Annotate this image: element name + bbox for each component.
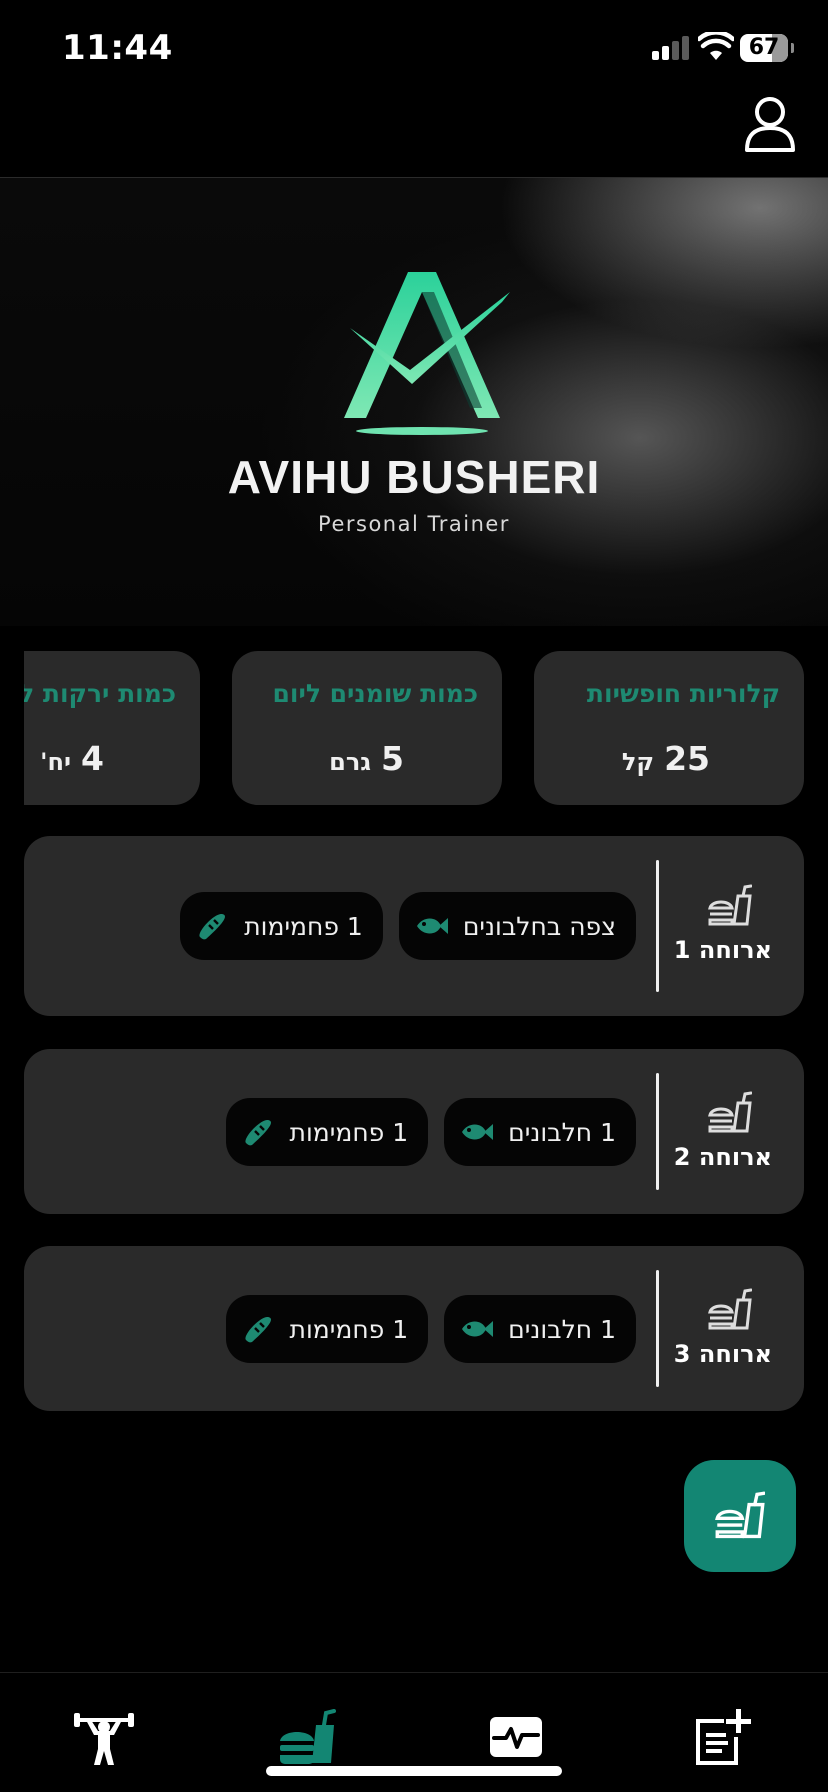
stat-value: 4 — [81, 739, 104, 778]
profile-icon[interactable] — [742, 94, 798, 154]
meal-item-chip[interactable]: 1 חלבונים — [444, 1098, 636, 1166]
food-drink-icon — [708, 884, 752, 926]
meal-item-text: צפה בחלבונים — [462, 911, 616, 941]
meal-card-2[interactable]: ארוחה 2 1 חלבונים 1 פחמימות — [24, 1049, 804, 1214]
status-bar: 11:44 67 — [0, 0, 828, 90]
stat-title: כמות ירקות ליום — [0, 679, 176, 708]
stat-unit: יח' — [40, 748, 72, 776]
stat-title: קלוריות חופשיות — [586, 679, 780, 708]
brand-subtitle: Personal Trainer — [318, 512, 510, 536]
add-meal-button[interactable] — [684, 1460, 796, 1572]
meal-item-chip[interactable]: 1 חלבונים — [444, 1295, 636, 1363]
weightlifter-icon[interactable] — [72, 1707, 136, 1767]
header — [0, 90, 828, 178]
fish-icon — [462, 1321, 494, 1337]
daily-stats-carousel[interactable]: קלוריות חופשיות 25 קל כמות שומנים ליום 5… — [0, 651, 828, 805]
meal-item-text: 1 פחמימות — [289, 1314, 409, 1344]
food-drink-icon — [708, 1288, 752, 1330]
stat-unit: גרם — [329, 748, 372, 776]
meal-item-chip[interactable]: 1 פחמימות — [225, 1098, 429, 1166]
home-indicator[interactable] — [266, 1766, 562, 1776]
stat-value: 25 — [664, 739, 710, 778]
activity-pulse-icon[interactable] — [484, 1707, 548, 1767]
fish-icon — [462, 1124, 494, 1140]
meal-label: ארוחה 2 — [673, 1143, 772, 1171]
meal-item-chip[interactable]: 1 פחמימות — [180, 892, 383, 960]
battery-icon: 67 — [740, 34, 794, 62]
food-drink-icon — [708, 1091, 752, 1133]
stat-card-fats[interactable]: כמות שומנים ליום 5 גרם — [232, 651, 502, 805]
stat-card-free-calories[interactable]: קלוריות חופשיות 25 קל — [534, 651, 804, 805]
meal-item-text: 1 חלבונים — [508, 1314, 616, 1344]
meal-card-1[interactable]: ארוחה 1 צפה בחלבונים 1 פחמימות — [24, 836, 804, 1016]
meal-header: ארוחה 2 — [656, 1049, 804, 1214]
meal-item-chip[interactable]: 1 פחמימות — [225, 1295, 429, 1363]
meal-item-text: 1 חלבונים — [508, 1117, 616, 1147]
meal-divider — [656, 1270, 659, 1387]
brand-logo-icon — [344, 272, 510, 435]
meal-label: ארוחה 3 — [673, 1340, 772, 1368]
stat-value: 5 — [381, 739, 404, 778]
fish-icon — [416, 918, 448, 934]
status-time: 11:44 — [62, 28, 173, 68]
cellular-signal-icon — [652, 36, 690, 60]
meal-header: ארוחה 3 — [656, 1246, 804, 1411]
meal-item-text: 1 פחמימות — [289, 1117, 409, 1147]
add-note-icon[interactable] — [690, 1707, 754, 1767]
bread-icon — [199, 913, 226, 940]
meal-divider — [656, 860, 659, 992]
meal-header: ארוחה 1 — [656, 836, 804, 1016]
stat-title: כמות שומנים ליום — [272, 679, 478, 708]
meal-item-chip[interactable]: צפה בחלבונים — [398, 892, 636, 960]
meal-card-3[interactable]: ארוחה 3 1 חלבונים 1 פחמימות — [24, 1246, 804, 1411]
food-drink-icon[interactable] — [278, 1707, 342, 1767]
hero-banner: AVIHU BUSHERI Personal Trainer — [0, 178, 828, 626]
app-screen: 11:44 67 AVIHU BUSHERI Personal Trainer … — [0, 0, 828, 1792]
bread-icon — [244, 1316, 271, 1343]
food-drink-icon — [715, 1491, 765, 1539]
wifi-icon — [698, 32, 734, 60]
meal-divider — [656, 1073, 659, 1190]
brand-name: AVIHU BUSHERI — [227, 451, 601, 503]
battery-level: 67 — [748, 35, 780, 60]
stat-unit: קל — [621, 748, 655, 776]
bread-icon — [244, 1119, 271, 1146]
stat-card-vegetables[interactable]: כמות ירקות ליום 4 יח' — [0, 651, 200, 805]
meal-item-text: 1 פחמימות — [244, 911, 363, 941]
meal-label: ארוחה 1 — [673, 936, 772, 964]
